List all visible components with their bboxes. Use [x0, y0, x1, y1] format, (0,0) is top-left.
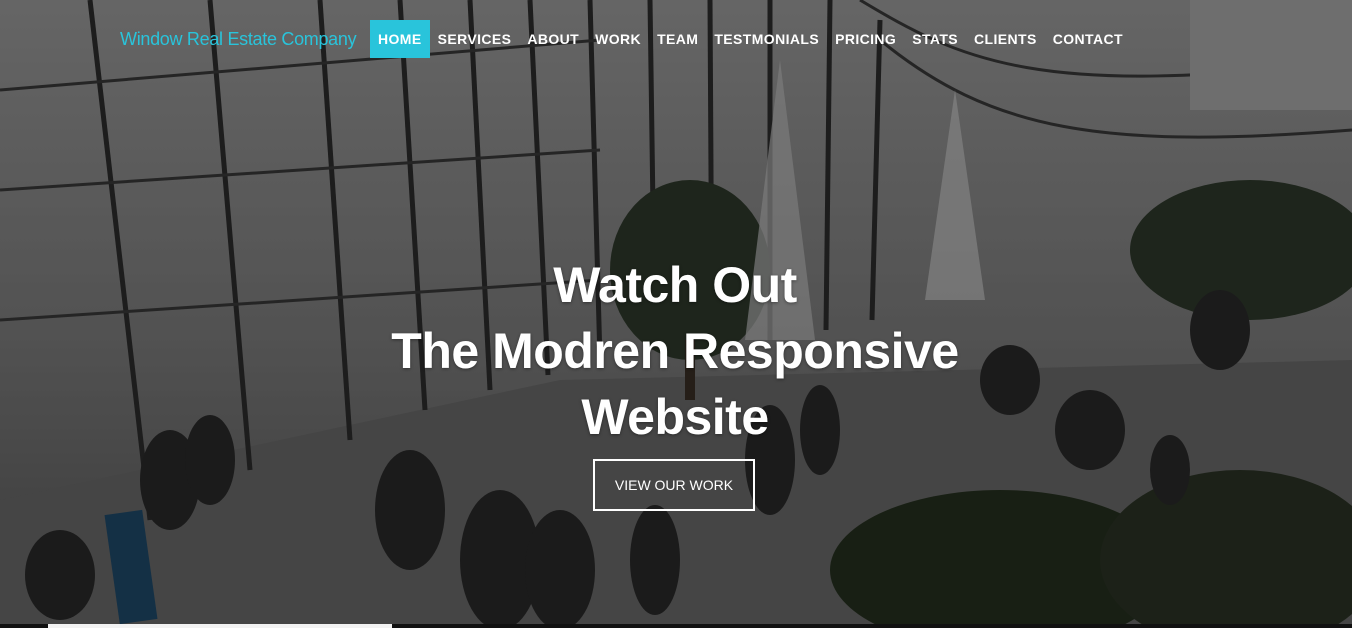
hero-headline-line-2: The Modren Responsive: [391, 323, 959, 379]
nav-item-home[interactable]: HOME: [370, 20, 430, 58]
bottom-progress-segment: [48, 624, 392, 628]
nav-item-team[interactable]: TEAM: [649, 20, 706, 58]
bottom-progress-bar: [0, 624, 1352, 628]
nav-item-contact[interactable]: CONTACT: [1045, 20, 1131, 58]
nav-item-about[interactable]: ABOUT: [519, 20, 587, 58]
hero-section: Window Real Estate Company HOME SERVICES…: [0, 0, 1352, 628]
top-navigation: Window Real Estate Company HOME SERVICES…: [0, 20, 1352, 58]
hero-headline: Watch Out The Modren Responsive Website: [350, 252, 1000, 450]
nav-menu: HOME SERVICES ABOUT WORK TEAM TESTMONIAL…: [370, 20, 1131, 58]
hero-headline-line-3: Website: [581, 389, 769, 445]
nav-item-testimonials[interactable]: TESTMONIALS: [706, 20, 827, 58]
brand-logo[interactable]: Window Real Estate Company: [120, 29, 357, 50]
nav-item-services[interactable]: SERVICES: [430, 20, 520, 58]
hero-headline-line-1: Watch Out: [553, 257, 797, 313]
view-our-work-button[interactable]: VIEW OUR WORK: [593, 459, 755, 511]
nav-item-pricing[interactable]: PRICING: [827, 20, 904, 58]
nav-item-stats[interactable]: STATS: [904, 20, 966, 58]
nav-item-work[interactable]: WORK: [587, 20, 649, 58]
nav-item-clients[interactable]: CLIENTS: [966, 20, 1045, 58]
